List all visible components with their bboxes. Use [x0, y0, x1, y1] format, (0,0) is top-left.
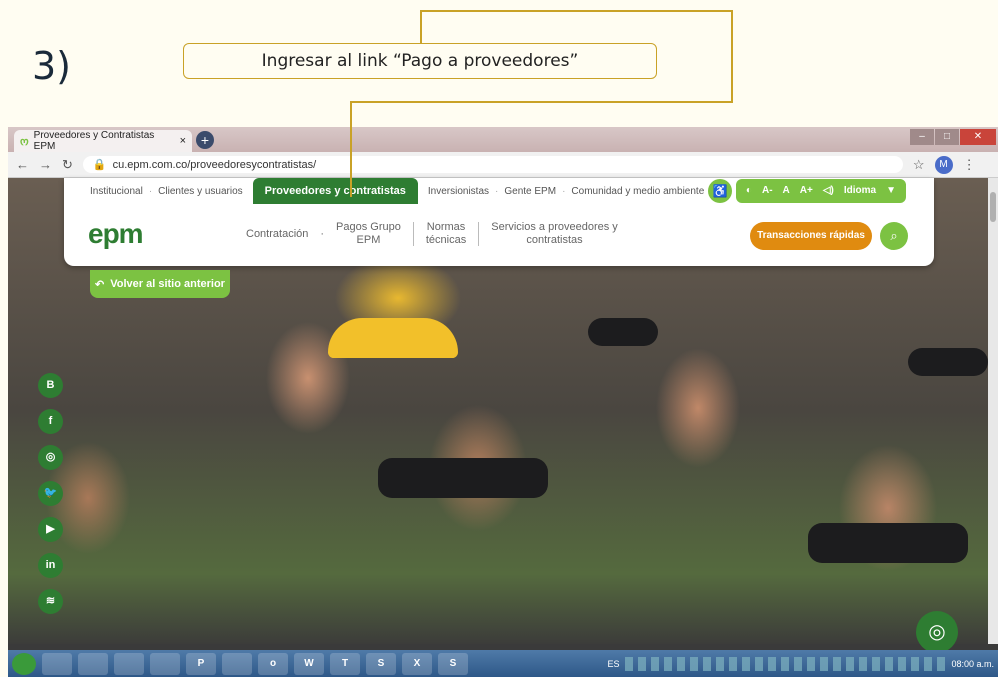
- taskbar-app-icon[interactable]: [42, 652, 72, 675]
- topnav-clientes[interactable]: Clientes y usuarios: [152, 186, 248, 197]
- language-indicator[interactable]: ES: [607, 659, 619, 669]
- sunglasses-shape: [808, 523, 968, 563]
- topnav-institucional[interactable]: Institucional: [84, 186, 149, 197]
- font-increase-button[interactable]: A+: [800, 179, 813, 203]
- back-button-label: Volver al sitio anterior: [110, 278, 225, 290]
- system-tray: ES 08:00 a.m.: [607, 656, 994, 671]
- start-button-icon[interactable]: [12, 652, 36, 675]
- browser-screenshot: ო Proveedores y Contratistas EPM × + – □…: [8, 127, 998, 677]
- callout-arrow-line: [350, 101, 352, 197]
- tray-icons[interactable]: [625, 656, 946, 671]
- new-tab-button[interactable]: +: [196, 131, 214, 149]
- chevron-down-icon[interactable]: ▼: [886, 179, 896, 203]
- lock-icon: 🔒: [92, 159, 107, 171]
- taskbar-app-icon[interactable]: o: [258, 652, 288, 675]
- close-window-icon[interactable]: ✕: [960, 129, 996, 145]
- nav-contratacion[interactable]: Contratación: [234, 228, 320, 241]
- sunglasses-shape: [378, 458, 548, 498]
- twitter-icon[interactable]: 🐦: [38, 481, 63, 506]
- topnav-gente[interactable]: Gente EPM: [498, 186, 562, 197]
- window-controls: – □ ✕: [910, 129, 996, 145]
- taskbar-app-icon[interactable]: W: [294, 652, 324, 675]
- address-bar: ← → ↻ 🔒 cu.epm.com.co/proveedoresycontra…: [8, 152, 998, 178]
- accessibility-controls: ◐ A- A A+ ◁) Idioma ▼: [735, 179, 906, 203]
- tab-bar: ო Proveedores y Contratistas EPM × + – □…: [8, 127, 998, 152]
- font-decrease-button[interactable]: A-: [762, 179, 773, 203]
- windows-taskbar: P o W T S X S ES 08:00 a.m.: [8, 650, 998, 677]
- callout-connector: [731, 10, 733, 102]
- scrollbar-thumb[interactable]: [990, 192, 996, 222]
- instruction-callout: Ingresar al link “Pago a proveedores”: [183, 43, 657, 79]
- taskbar-app-icon[interactable]: [78, 652, 108, 675]
- menu-kebab-icon[interactable]: ⋮: [963, 157, 976, 173]
- epm-favicon-icon: ო: [20, 135, 29, 148]
- callout-connector: [420, 10, 422, 44]
- spotify-icon[interactable]: ≋: [38, 589, 63, 614]
- site-header: Institucional · Clientes y usuarios Prov…: [64, 178, 934, 266]
- taskbar-app-icon[interactable]: S: [366, 652, 396, 675]
- back-to-previous-site-button[interactable]: ↶ Volver al sitio anterior: [90, 270, 230, 298]
- callout-connector: [350, 101, 733, 103]
- browser-tab[interactable]: ო Proveedores y Contratistas EPM ×: [14, 130, 192, 152]
- reload-icon[interactable]: ↻: [62, 157, 73, 173]
- nav-pagos-grupo-epm[interactable]: Pagos Grupo EPM: [324, 221, 413, 247]
- blog-icon[interactable]: B: [38, 373, 63, 398]
- taskbar-app-icon[interactable]: S: [438, 652, 468, 675]
- callout-connector: [420, 10, 733, 12]
- forward-arrow-icon[interactable]: →: [39, 157, 52, 172]
- back-arrow-icon[interactable]: ←: [16, 157, 29, 172]
- font-reset-button[interactable]: A: [783, 179, 790, 203]
- maximize-icon[interactable]: □: [935, 129, 959, 145]
- instagram-icon[interactable]: ◎: [38, 445, 63, 470]
- taskbar-app-icon[interactable]: P: [186, 652, 216, 675]
- sunglasses-shape: [588, 318, 658, 346]
- tab-title: Proveedores y Contratistas EPM: [33, 130, 155, 152]
- facebook-icon[interactable]: f: [38, 409, 63, 434]
- nav-servicios[interactable]: Servicios a proveedores y contratistas: [479, 221, 630, 247]
- profile-avatar[interactable]: M: [934, 155, 953, 174]
- back-arrow-icon: ↶: [95, 278, 105, 291]
- step-number: 3): [32, 44, 72, 88]
- taskbar-app-icon[interactable]: [150, 652, 180, 675]
- bookmark-star-icon[interactable]: ☆: [913, 157, 925, 173]
- accessibility-icon[interactable]: ♿: [707, 179, 732, 203]
- tab-close-icon[interactable]: ×: [180, 135, 186, 147]
- epm-logo[interactable]: epm: [88, 218, 144, 250]
- accessibility-bar: ♿ ◐ A- A A+ ◁) Idioma ▼: [707, 178, 906, 204]
- quick-transactions-button[interactable]: Transacciones rápidas: [750, 222, 872, 250]
- social-links: B f ◎ 🐦 ▶ in ≋: [38, 373, 63, 614]
- search-icon[interactable]: ⌕: [880, 222, 908, 250]
- main-navigation: Contratación · Pagos Grupo EPM Normas té…: [234, 221, 630, 247]
- sunglasses-shape: [908, 348, 988, 376]
- topnav-inversionistas[interactable]: Inversionistas: [422, 186, 495, 197]
- url-text: cu.epm.com.co/proveedoresycontratistas/: [112, 158, 317, 171]
- audio-icon[interactable]: ◁): [823, 179, 834, 203]
- taskbar-app-icon[interactable]: X: [402, 652, 432, 675]
- chat-assistant-icon[interactable]: ◎: [916, 611, 958, 653]
- page-scrollbar[interactable]: [988, 178, 998, 644]
- nav-normas-tecnicas[interactable]: Normas técnicas: [414, 221, 478, 247]
- minimize-icon[interactable]: –: [910, 129, 934, 145]
- topnav-comunidad[interactable]: Comunidad y medio ambiente: [565, 186, 710, 197]
- taskbar-app-icon[interactable]: [114, 652, 144, 675]
- taskbar-app-icon[interactable]: T: [330, 652, 360, 675]
- taskbar-app-icon[interactable]: [222, 652, 252, 675]
- language-selector[interactable]: Idioma: [844, 179, 876, 203]
- clock[interactable]: 08:00 a.m.: [951, 659, 994, 669]
- youtube-icon[interactable]: ▶: [38, 517, 63, 542]
- contrast-icon[interactable]: ◐: [746, 179, 752, 203]
- url-field[interactable]: 🔒 cu.epm.com.co/proveedoresycontratistas…: [82, 156, 903, 173]
- topnav-proveedores[interactable]: Proveedores y contratistas: [252, 178, 418, 204]
- hard-hat-shape: [328, 318, 458, 358]
- linkedin-icon[interactable]: in: [38, 553, 63, 578]
